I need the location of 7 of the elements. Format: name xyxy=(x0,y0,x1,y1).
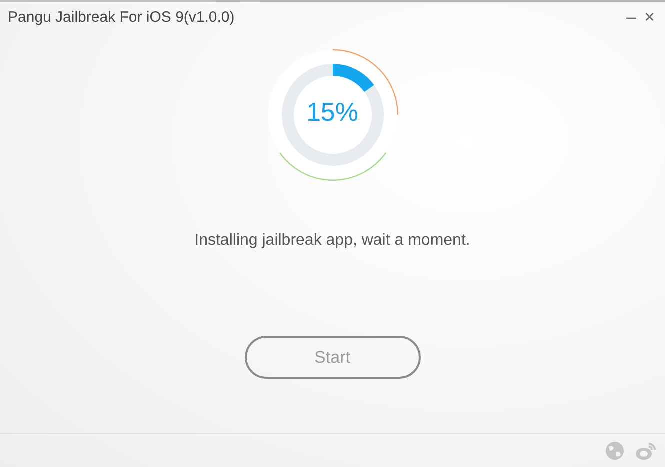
minimize-button[interactable]: – xyxy=(622,8,640,26)
status-message: Installing jailbreak app, wait a moment. xyxy=(194,232,470,250)
globe-icon[interactable] xyxy=(605,440,625,460)
weibo-icon[interactable] xyxy=(635,440,657,460)
close-button[interactable]: × xyxy=(640,8,659,26)
window-title: Pangu Jailbreak For iOS 9(v1.0.0) xyxy=(8,8,236,26)
progress-percent: 15% xyxy=(305,97,360,128)
